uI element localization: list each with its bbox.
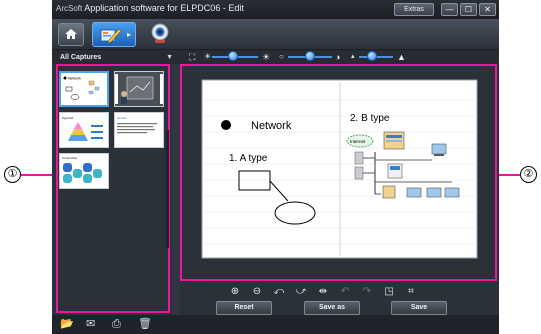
- rotate-right-icon[interactable]: ⤻: [294, 285, 308, 299]
- adjustment-bar: All Captures ▼ ⛶ ☀ ☀ ○ ◑ ▴ ▲: [52, 50, 499, 64]
- brightness-icon: ☀: [262, 52, 271, 62]
- thumbnail-4-image: Growth: [117, 116, 157, 134]
- capture-thumbnail-panel: Network Pyramid Growth Connection: [52, 64, 172, 315]
- crop-icon[interactable]: ⌗: [404, 285, 418, 299]
- flip-horizontal-icon[interactable]: ⇹: [316, 285, 330, 299]
- thumbnail-4-heading: Growth: [117, 116, 127, 120]
- main-toolbar: ▸: [52, 19, 499, 50]
- delete-icon[interactable]: 🗑: [138, 318, 152, 331]
- fit-screen-icon[interactable]: ⛶: [189, 51, 195, 63]
- contrast-low-icon: ○: [279, 52, 284, 61]
- captures-dropdown-value: All Captures: [60, 54, 102, 61]
- thumbnail-5[interactable]: Connection: [59, 153, 109, 189]
- contrast-knob[interactable]: [305, 51, 315, 61]
- undo-icon[interactable]: ↶: [338, 285, 352, 299]
- camera-button[interactable]: [148, 22, 174, 47]
- brand-name: ArcSoft: [56, 4, 83, 13]
- minimize-button[interactable]: —: [441, 3, 458, 16]
- preview-left-subheading: 1. A type: [229, 153, 268, 164]
- email-icon[interactable]: ✉: [86, 318, 95, 331]
- extras-button[interactable]: Extras: [394, 3, 434, 16]
- maximize-button[interactable]: ☐: [460, 3, 477, 16]
- rotate-left-icon[interactable]: ⤺: [272, 285, 286, 299]
- thumbnail-4[interactable]: Growth: [114, 112, 164, 148]
- preview-right-heading: 2. B type: [350, 113, 390, 124]
- callout-1: ①: [4, 166, 21, 183]
- maximize-icon: ☐: [464, 5, 473, 14]
- file-actions-bar: 📂 ✉ ⎙ 🗑: [52, 315, 499, 334]
- chevron-down-icon: ▼: [166, 54, 173, 61]
- thumbnail-5-heading: Connection: [62, 156, 78, 160]
- sharpness-icon: ▲: [397, 52, 406, 62]
- thumbnail-2[interactable]: [114, 71, 164, 107]
- preview-right-label: Internet: [350, 139, 366, 144]
- minimize-icon: —: [445, 5, 454, 14]
- title-bar: ArcSoft Application software for ELPDC06…: [52, 0, 499, 19]
- reset-button[interactable]: Reset: [216, 301, 272, 315]
- sharpness-slider[interactable]: [359, 50, 393, 64]
- brightness-low-icon: ☀: [204, 52, 212, 61]
- app-window: ArcSoft Application software for ELPDC06…: [52, 0, 499, 334]
- redo-icon[interactable]: ↷: [360, 285, 374, 299]
- captures-dropdown[interactable]: All Captures ▼: [60, 52, 173, 63]
- brightness-knob[interactable]: [228, 51, 238, 61]
- edit-preview-panel: Network 1. A type 2. B type Internet ⊕ ⊖…: [180, 64, 499, 315]
- close-icon: ✕: [484, 5, 491, 14]
- thumbnail-3-image: Pyramid: [62, 116, 103, 141]
- thumbnail-2-image: [115, 72, 163, 106]
- thumbnail-3[interactable]: Pyramid: [59, 112, 109, 148]
- thumbnail-5-image: Connection: [62, 156, 102, 183]
- edit-menu-arrow-icon: ▸: [126, 30, 131, 39]
- close-button[interactable]: ✕: [479, 3, 496, 16]
- save-as-button[interactable]: Save as: [304, 301, 360, 315]
- fit-window-icon[interactable]: ◳: [382, 285, 396, 299]
- window-title-text: Application software for ELPDC06 - Edit: [84, 3, 244, 13]
- callout-2: ②: [520, 166, 537, 183]
- sharpness-knob[interactable]: [367, 51, 377, 61]
- action-bar: Reset Save as Save: [180, 301, 499, 315]
- webcam-icon: [151, 23, 169, 43]
- thumbnail-3-heading: Pyramid: [62, 116, 73, 120]
- edit-pen-icon: [100, 28, 122, 44]
- zoom-out-icon[interactable]: ⊖: [250, 285, 264, 299]
- thumbnail-scrollbar[interactable]: [166, 130, 169, 248]
- edit-toolbar: ⊕ ⊖ ⤺ ⤻ ⇹ ↶ ↷ ◳ ⌗: [180, 283, 499, 301]
- thumbnail-1[interactable]: Network: [59, 71, 109, 107]
- contrast-slider[interactable]: [288, 50, 332, 64]
- callout-1-leader: [21, 174, 56, 176]
- capture-preview: Network 1. A type 2. B type Internet: [201, 79, 478, 259]
- contrast-icon: ◑: [335, 52, 341, 62]
- open-folder-icon[interactable]: 📂: [60, 318, 74, 331]
- window-title: ArcSoft Application software for ELPDC06…: [56, 3, 244, 13]
- home-button[interactable]: [58, 23, 84, 46]
- save-button[interactable]: Save: [391, 301, 447, 315]
- edit-mode-button[interactable]: ▸: [92, 22, 136, 47]
- preview-left-heading: Network: [251, 120, 292, 132]
- figure: ① ② ArcSoft Application software for ELP…: [0, 0, 541, 334]
- brightness-slider[interactable]: [212, 50, 258, 64]
- thumbnail-1-heading: Network: [68, 77, 81, 81]
- home-icon: [65, 29, 77, 39]
- zoom-in-icon[interactable]: ⊕: [228, 285, 242, 299]
- sharpness-low-icon: ▴: [351, 53, 355, 60]
- print-icon[interactable]: ⎙: [112, 318, 121, 331]
- thumbnail-1-image: Network: [63, 76, 100, 100]
